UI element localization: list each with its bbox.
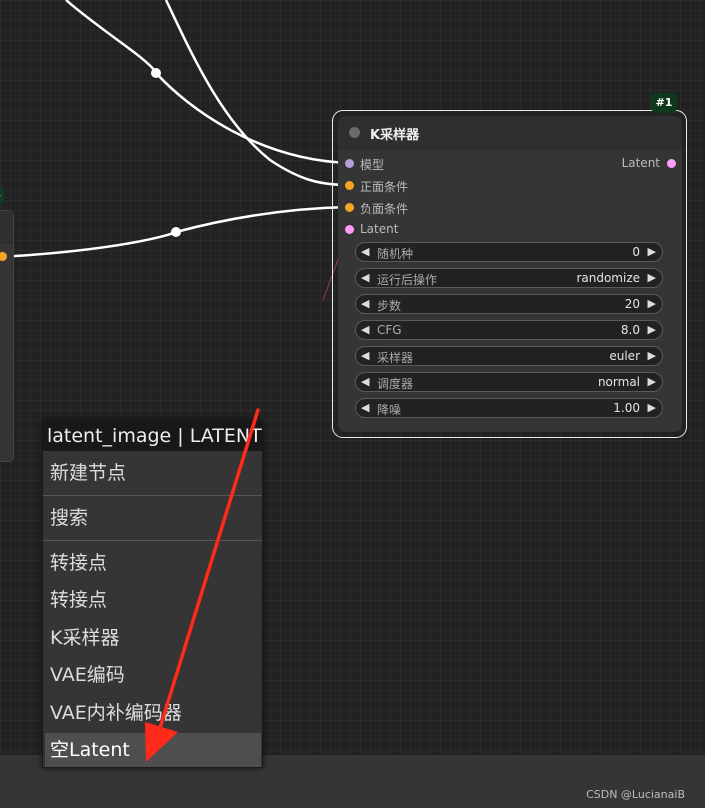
- annotation-arrow-icon: [145, 408, 260, 762]
